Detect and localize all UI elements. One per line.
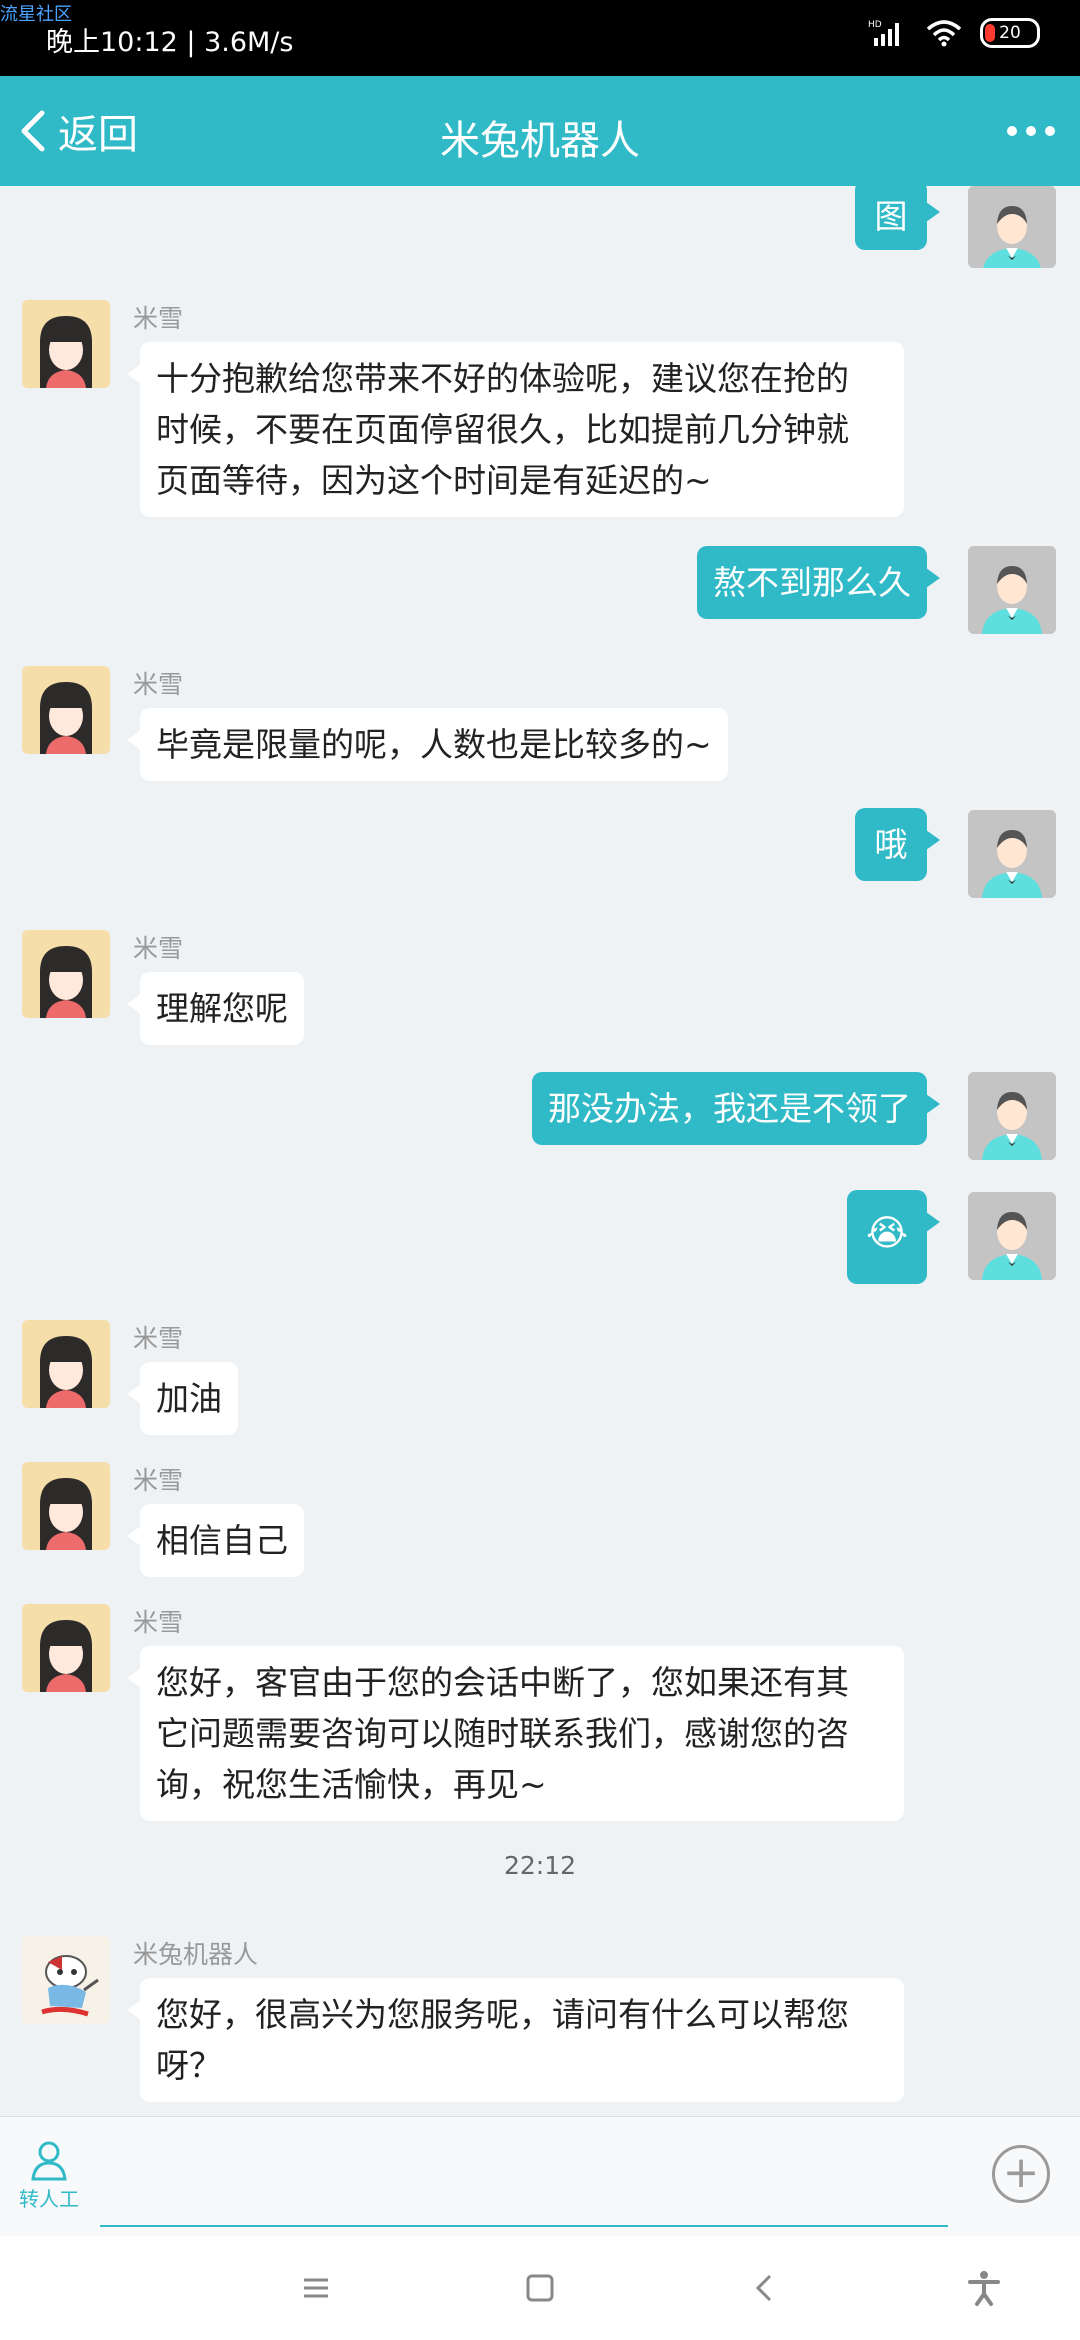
chat-header: 返回 米兔机器人 [0,76,1080,186]
user-avatar-icon [968,186,1056,268]
message-line: 十分抱歉给您带来不好的体验呢，建议您在抢的 [156,359,849,398]
agent-avatar[interactable] [22,1462,110,1550]
message-line: 呀？ [156,2046,222,2085]
user-avatar[interactable] [968,810,1056,898]
signal-icon: HD [868,20,899,46]
message-line: 您好，很高兴为您服务呢，请问有什么可以帮您 [156,1995,849,2034]
hd-label: HD [868,20,882,30]
agent-avatar[interactable] [22,1604,110,1692]
sender-name: 米雪 [133,934,184,963]
user-avatar-icon [968,810,1056,898]
person-icon [31,2141,67,2181]
agent-avatar-icon [22,930,110,1018]
message-line: 它问题需要咨询可以随时联系我们，感谢您的咨 [156,1714,849,1753]
message-bubble-outgoing[interactable]: 那没办法，我还是不领了 [532,1072,940,1145]
chat-area[interactable]: 图 米雪 十分抱歉给您带来不好的体验呢，建议您在抢的 时候，不要在页面停留很久，… [0,186,1080,2116]
message-bubble-incoming[interactable]: 加油 [127,1362,238,1435]
status-bar: 流星社区 晚上10:12 | 3.6M/s HD 20 [0,0,1080,76]
sender-name: 米雪 [133,1466,184,1495]
message-line: 您好，客官由于您的会话中断了，您如果还有其 [156,1663,849,1702]
sender-name: 米雪 [133,1324,184,1353]
user-avatar[interactable] [968,546,1056,634]
agent-avatar-icon [22,1604,110,1692]
battery-icon: 20 [980,18,1040,48]
plus-circle-icon[interactable]: + [992,2145,1050,2203]
agent-avatar[interactable] [22,300,110,388]
chat-title: 米兔机器人 [440,118,640,164]
message-bubble-outgoing[interactable]: 图 [855,186,940,250]
crying-emoji-icon: 😭 [865,1213,909,1254]
message-bubble-outgoing[interactable]: 熬不到那么久 [697,546,940,619]
message-bubble-outgoing[interactable]: 😭 [847,1190,940,1284]
status-icons: HD 20 [868,18,1040,48]
robot-avatar-icon [22,1936,110,2024]
transfer-human-button[interactable]: 转人工 [18,2139,80,2212]
sender-name: 米雪 [133,304,184,333]
agent-avatar[interactable] [22,1320,110,1408]
user-avatar-icon [968,1192,1056,1280]
sender-name: 米雪 [133,670,184,699]
battery-level: 20 [999,23,1021,43]
message-bubble-incoming[interactable]: 您好，很高兴为您服务呢，请问有什么可以帮您 呀？ [127,1978,904,2102]
message-line: 时候，不要在页面停留很久，比如提前几分钟就 [156,410,849,449]
agent-avatar[interactable] [22,930,110,1018]
accessibility-icon[interactable] [964,2268,1004,2308]
sender-name: 米兔机器人 [133,1940,259,1969]
user-avatar[interactable] [968,1072,1056,1160]
message-bubble-incoming[interactable]: 理解您呢 [127,972,304,1045]
status-time: 晚上10:12 | 3.6M/s [46,27,294,58]
home-square-icon[interactable] [520,2268,560,2308]
user-avatar-icon [968,1072,1056,1160]
system-nav-bar [0,2236,1080,2340]
chat-timestamp: 22:12 [503,1851,577,1880]
more-dots-icon[interactable] [1006,121,1056,141]
message-bubble-outgoing[interactable]: 哦 [855,808,940,881]
back-chevron-icon[interactable] [746,2268,786,2308]
robot-avatar[interactable] [22,1936,110,2024]
transfer-label: 转人工 [19,2187,79,2211]
agent-avatar-icon [22,1320,110,1408]
agent-avatar-icon [22,666,110,754]
user-avatar[interactable] [968,1192,1056,1280]
message-input[interactable] [100,2225,948,2227]
agent-avatar-icon [22,1462,110,1550]
message-bubble-incoming[interactable]: 相信自己 [127,1504,304,1577]
menu-icon[interactable] [296,2268,336,2308]
sender-name: 米雪 [133,1608,184,1637]
agent-avatar[interactable] [22,666,110,754]
user-avatar[interactable] [968,186,1056,268]
input-bar: 转人工 + [0,2116,1080,2237]
agent-avatar-icon [22,300,110,388]
message-line: 页面等待，因为这个时间是有延迟的~ [156,461,712,500]
message-bubble-incoming[interactable]: 毕竟是限量的呢，人数也是比较多的~ [127,708,728,781]
message-line: 询，祝您生活愉快，再见~ [156,1765,547,1804]
user-avatar-icon [968,546,1056,634]
wifi-icon [926,20,962,47]
message-bubble-incoming[interactable]: 十分抱歉给您带来不好的体验呢，建议您在抢的 时候，不要在页面停留很久，比如提前几… [127,342,904,517]
message-bubble-incoming[interactable]: 您好，客官由于您的会话中断了，您如果还有其 它问题需要咨询可以随时联系我们，感谢… [127,1646,904,1821]
